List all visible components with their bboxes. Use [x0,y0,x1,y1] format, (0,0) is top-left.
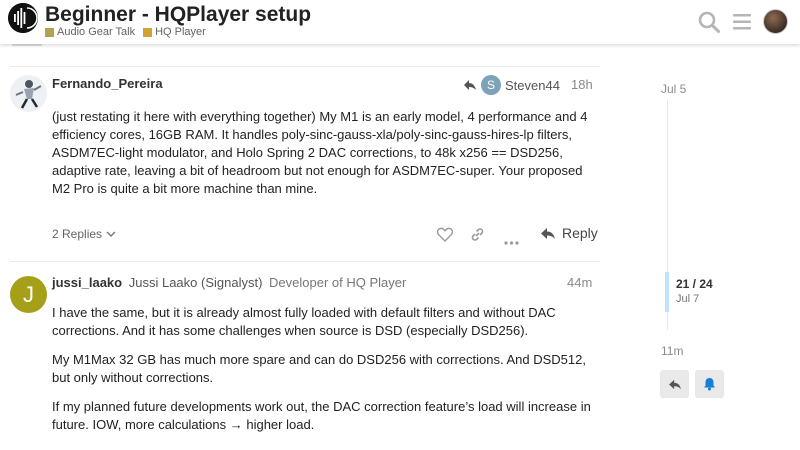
post-paragraph: (just restating it here with everything … [52,109,588,196]
bell-icon [704,378,715,391]
timeline-reply-button[interactable] [660,370,689,398]
search-icon[interactable] [697,10,721,39]
timeline-handle[interactable] [665,272,669,312]
post-username[interactable]: Fernando_Pereira [52,76,163,91]
post-time[interactable]: 18h [571,77,593,92]
replies-toggle[interactable]: 2 Replies [52,227,116,241]
reply-to-arrow-icon [464,80,476,90]
category-label: Audio Gear Talk [57,26,136,38]
post-paragraph: My M1Max 32 GB has much more spare and c… [52,352,586,385]
previous-post-edge [12,44,42,46]
timeline-end-label[interactable]: 11m [661,344,683,358]
post-time[interactable]: 44m [567,275,592,290]
notifications-button[interactable] [695,370,724,398]
avatar[interactable] [10,75,47,112]
post-paragraph: I have the same, but it is already almos… [52,305,556,338]
reply-button[interactable]: Reply [540,225,598,241]
post-separator [10,66,600,67]
site-logo[interactable] [8,3,38,33]
post-body: I have the same, but it is already almos… [52,304,597,445]
user-title: Developer of HQ Player [269,275,407,290]
post-username[interactable]: jussi_laako [52,275,122,290]
chevron-down-icon [106,231,116,237]
reply-button-label: Reply [562,225,598,241]
category-color-swatch [143,27,153,37]
category-hq-player[interactable]: HQ Player [143,26,206,38]
reply-to-username: Steven44 [505,77,560,93]
post-paragraph: If my planned future developments work o… [52,399,591,432]
category-color-swatch [45,27,54,37]
reply-arrow-icon [541,227,555,239]
category-audio-gear-talk[interactable]: Audio Gear Talk [45,26,135,38]
post-separator [10,261,600,262]
avatar[interactable]: J [10,276,47,313]
current-user-avatar[interactable] [763,9,788,34]
category-label: HQ Player [155,26,206,38]
hamburger-menu-icon[interactable] [732,12,752,37]
post-author-line: jussi_laako Jussi Laako (Signalyst) Deve… [52,275,406,290]
post-full-name[interactable]: Jussi Laako (Signalyst) [129,275,263,290]
reply-arrow-icon [668,379,681,389]
more-options-icon[interactable] [504,232,519,250]
replies-count: 2 Replies [52,227,103,241]
site-header: Beginner - HQPlayer setup Audio Gear Tal… [0,0,800,44]
reply-to-indicator[interactable]: S Steven44 [463,75,560,95]
topic-title[interactable]: Beginner - HQPlayer setup [45,3,311,27]
share-link-icon[interactable] [470,227,485,247]
timeline-position-date: Jul 7 [676,293,700,305]
reply-to-avatar: S [481,75,501,95]
timeline-start-date[interactable]: Jul 5 [661,82,686,96]
category-breadcrumb: Audio Gear Talk HQ Player [45,26,206,38]
like-heart-icon[interactable] [436,227,454,247]
post-body: (just restating it here with everything … [52,108,597,209]
timeline-position: 21 / 24 [676,277,713,291]
